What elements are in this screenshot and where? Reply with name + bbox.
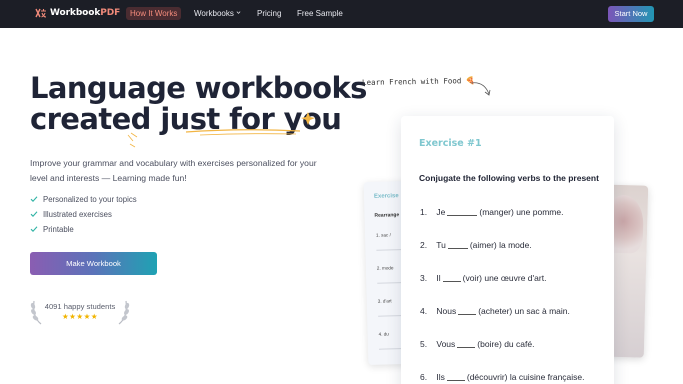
- top-nav: WorkbookPDF How It Works Workbooks Prici…: [0, 0, 683, 28]
- exercise-item: 5. Vous (boire) du café.: [420, 339, 535, 349]
- start-now-button[interactable]: Start Now: [608, 6, 654, 22]
- exercise-item: 4. Nous (acheter) un sac à main.: [420, 306, 570, 316]
- nav-link-workbooks[interactable]: Workbooks: [194, 7, 241, 20]
- back-exercise-item: 1. sac /: [375, 232, 391, 238]
- back-exercise-item: 4. du: [378, 331, 389, 337]
- logo-text: WorkbookPDF: [50, 8, 121, 18]
- workbook-page-preview-main: Exercise #1 Conjugate the following verb…: [401, 116, 614, 384]
- hero-title-line-2: created just for you: [30, 102, 342, 136]
- check-icon: [30, 196, 38, 202]
- back-exercise-item: 2. mode: [376, 265, 394, 271]
- nav-link-free-sample[interactable]: Free Sample: [297, 7, 343, 20]
- hero-title: Language workbooks created just for you: [30, 73, 367, 135]
- exercise-item: 1. Je (manger) une pomme.: [420, 207, 564, 217]
- logo-icon: [35, 8, 47, 18]
- hero-description: Improve your grammar and vocabulary with…: [30, 158, 317, 183]
- check-icon: [30, 226, 38, 232]
- answer-blank: [446, 373, 465, 381]
- back-exercise-title: Exercise: [373, 193, 399, 200]
- feature-item: Personalized to your topics: [30, 194, 137, 209]
- feature-item: Illustrated exercises: [30, 209, 137, 224]
- feature-list: Personalized to your topics Illustrated …: [30, 194, 137, 239]
- answer-blank: [457, 340, 476, 348]
- handwritten-note: Learn French with Food 🍕: [361, 76, 476, 87]
- nav-link-how-it-works[interactable]: How It Works: [126, 7, 182, 20]
- answer-blank: [447, 208, 478, 216]
- answer-blank: [442, 274, 461, 282]
- exercise-instruction: Conjugate the following verbs to the pre…: [419, 173, 599, 183]
- back-exercise-instruction: Rearrange: [374, 212, 400, 219]
- feature-item: Printable: [30, 224, 137, 239]
- students-count: 4091 happy students: [44, 302, 116, 311]
- answer-blank: [447, 241, 468, 249]
- social-proof: 4091 happy students ★★★★★: [30, 297, 130, 329]
- check-icon: [30, 211, 38, 217]
- nav-link-pricing[interactable]: Pricing: [257, 7, 281, 20]
- logo[interactable]: WorkbookPDF: [35, 7, 120, 19]
- back-exercise-item: 3. d'art: [377, 298, 392, 304]
- exercise-item: 2. Tu (aimer) la mode.: [420, 240, 532, 250]
- answer-blank: [458, 307, 477, 315]
- chevron-down-icon: [236, 11, 241, 14]
- make-workbook-button[interactable]: Make Workbook: [30, 252, 157, 275]
- exercise-title: Exercise #1: [419, 138, 482, 149]
- exercise-item: 3. Il (voir) une œuvre d'art.: [420, 273, 547, 283]
- curved-arrow-icon: [470, 82, 491, 96]
- exercise-item: 6. Ils (découvrir) la cuisine française.: [420, 372, 585, 382]
- rating-stars: ★★★★★: [61, 312, 99, 321]
- hero-title-line-1: Language workbooks: [30, 71, 367, 105]
